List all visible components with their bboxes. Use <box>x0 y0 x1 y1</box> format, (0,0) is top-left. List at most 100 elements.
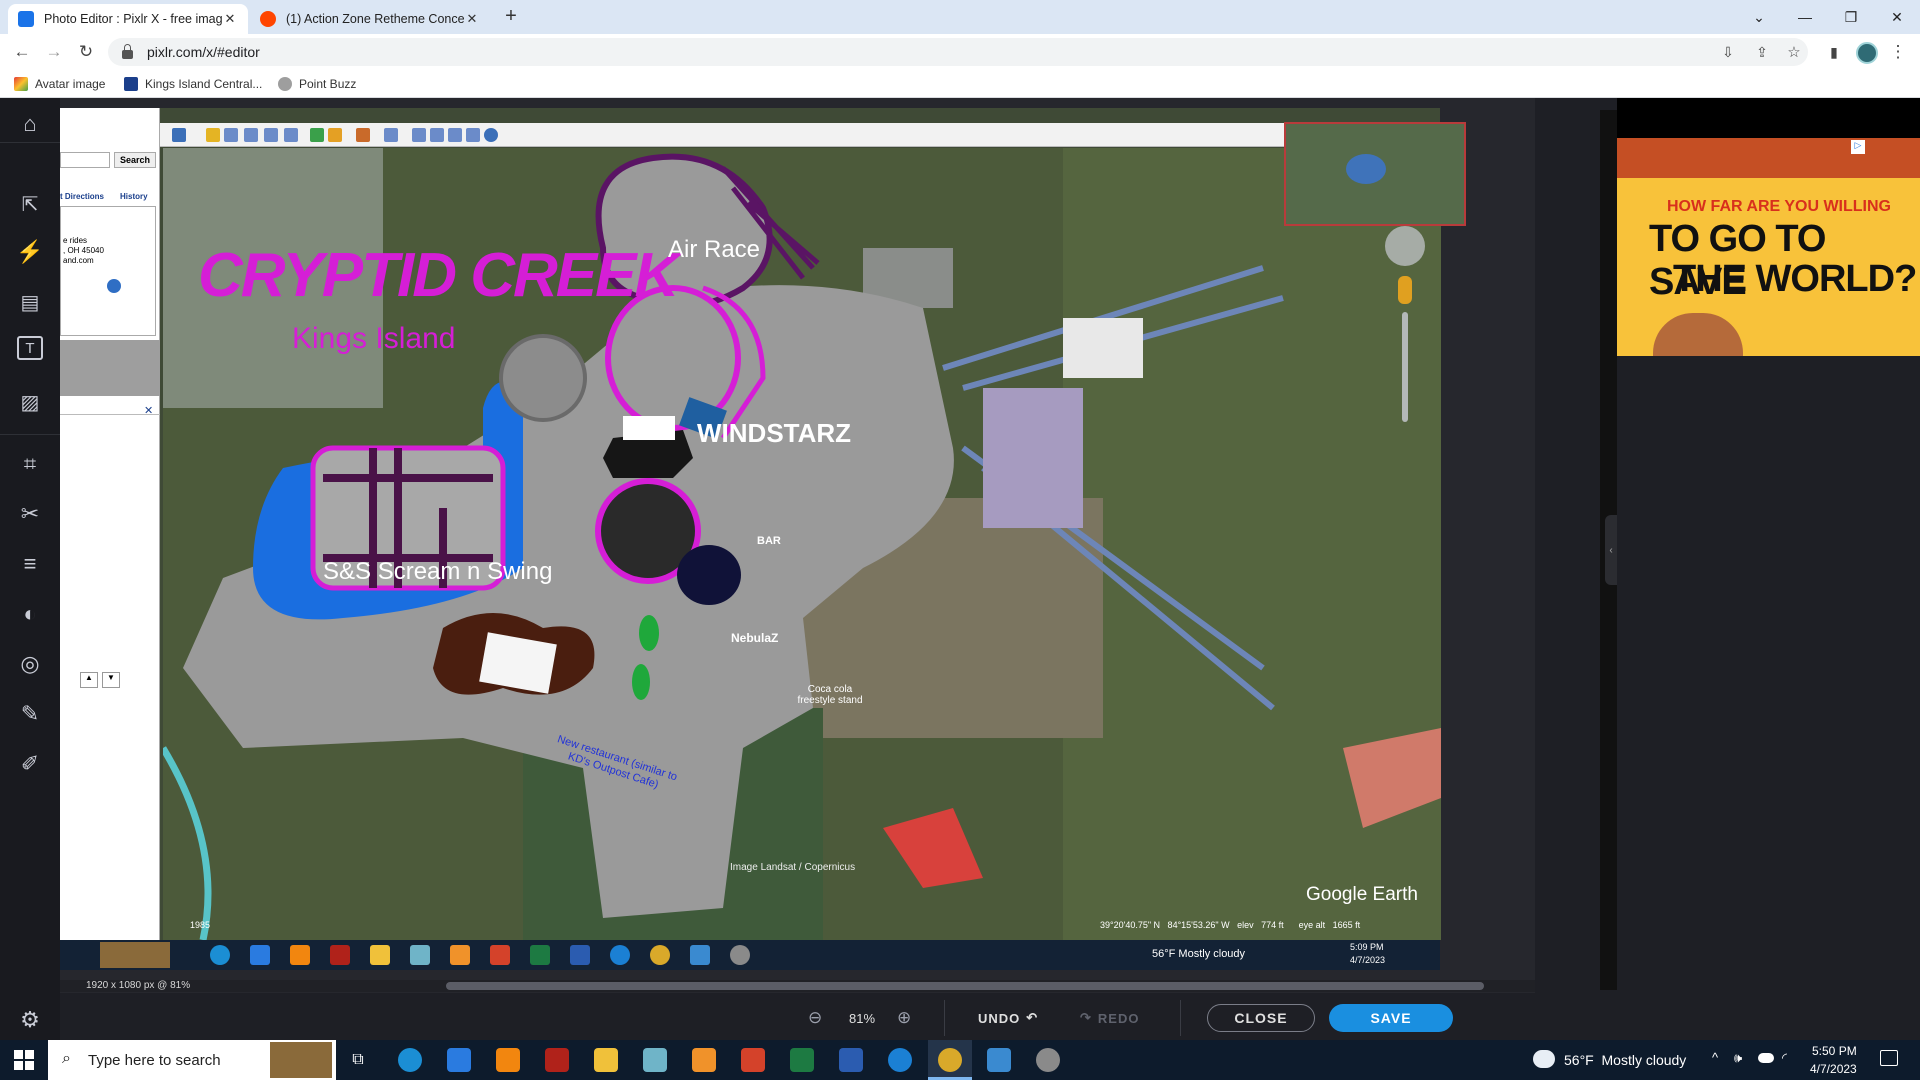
file-explorer-icon[interactable] <box>594 1048 618 1072</box>
app-icon[interactable] <box>643 1048 667 1072</box>
history-tab[interactable]: History <box>120 192 148 201</box>
arrange-tool-icon[interactable]: ⇱ <box>14 188 46 220</box>
taskbar-time[interactable]: 5:50 PM <box>1812 1044 1857 1058</box>
path-icon[interactable] <box>244 128 258 142</box>
zoom-slider[interactable] <box>1402 312 1408 422</box>
places-panel <box>60 340 160 396</box>
earth-icon[interactable] <box>484 128 498 142</box>
share-icon[interactable]: ⇪ <box>1750 40 1774 64</box>
ad-choices-icon[interactable]: ▷ <box>1851 140 1865 154</box>
horizontal-scrollbar[interactable] <box>446 982 1484 990</box>
maps-icon[interactable] <box>466 128 480 142</box>
undo-button[interactable]: UNDO ↶ <box>978 1010 1038 1026</box>
powerpoint-icon[interactable] <box>741 1048 765 1072</box>
onedrive-icon[interactable] <box>1758 1053 1774 1063</box>
close-button[interactable]: CLOSE <box>1207 1004 1315 1032</box>
print-icon[interactable] <box>430 128 444 142</box>
side-panel-icon[interactable]: ▮ <box>1822 40 1846 64</box>
retouch-icon[interactable]: ✎ <box>14 698 46 730</box>
bookmark-kings-island[interactable]: Kings Island Central... <box>124 75 262 93</box>
tab-search-icon[interactable]: ⌄ <box>1736 0 1782 34</box>
layers-icon[interactable]: ▤ <box>14 286 46 318</box>
store-icon[interactable] <box>447 1048 471 1072</box>
minimize-icon[interactable]: — <box>1782 0 1828 34</box>
adjust-sliders-icon[interactable]: ≡ <box>14 548 46 580</box>
install-icon[interactable]: ⇩ <box>1716 40 1740 64</box>
tour-icon[interactable] <box>284 128 298 142</box>
sun-icon[interactable] <box>328 128 342 142</box>
save-image-icon[interactable] <box>448 128 462 142</box>
new-tab-icon[interactable]: + <box>498 5 524 29</box>
tool-sidebar: ⌂ ⇱ ⚡ ▤ T ▨ ⌗ ✂ ≡ ◐ ◎ ✎ ✐ <box>0 98 60 1040</box>
forward-icon[interactable]: → <box>42 40 66 64</box>
overlay-icon[interactable] <box>264 128 278 142</box>
profile-avatar[interactable] <box>1856 42 1878 64</box>
close-tab-icon[interactable]: ✕ <box>464 11 480 27</box>
close-tab-icon[interactable]: ✕ <box>222 11 238 27</box>
save-button[interactable]: SAVE <box>1329 1004 1453 1032</box>
crop-icon[interactable]: ⌗ <box>14 448 46 480</box>
cutout-scissors-icon[interactable]: ✂ <box>14 498 46 530</box>
coordinate-readout: 39°20'40.75" N 84°15'53.26" W elev 774 f… <box>1100 920 1361 930</box>
close-window-icon[interactable]: ✕ <box>1874 0 1920 34</box>
placemark-icon[interactable] <box>206 128 220 142</box>
move-down-icon[interactable]: ▼ <box>102 672 120 688</box>
auto-fix-icon[interactable]: ⚡ <box>14 236 46 268</box>
edge-icon[interactable] <box>398 1048 422 1072</box>
street-view-pegman-icon[interactable] <box>1398 276 1412 304</box>
draw-brush-icon[interactable]: ✐ <box>14 748 46 780</box>
volume-icon[interactable]: 🕪 <box>1734 1050 1742 1066</box>
bookmark-star-icon[interactable]: ☆ <box>1782 40 1806 64</box>
text-tool-icon[interactable]: T <box>17 336 43 360</box>
vlc-icon[interactable] <box>496 1048 520 1072</box>
zoom-out-icon[interactable]: ⊖ <box>808 1008 822 1028</box>
redo-button[interactable]: ↷ REDO <box>1080 1010 1139 1026</box>
liquify-icon[interactable]: ◎ <box>14 648 46 680</box>
pattern-icon[interactable]: ▨ <box>14 386 46 418</box>
internet-explorer-icon[interactable] <box>888 1048 912 1072</box>
word-icon[interactable] <box>839 1048 863 1072</box>
tab-reddit[interactable]: (1) Action Zone Retheme Concep ✕ <box>250 4 490 34</box>
url-bar[interactable]: pixlr.com/x/#editor <box>108 38 1808 66</box>
tab-pixlr[interactable]: Photo Editor : Pixlr X - free image ✕ <box>8 4 248 34</box>
advertisement[interactable]: ▷ HOW FAR ARE YOU WILLING TO GO TO SAVE … <box>1617 138 1920 356</box>
planet-icon[interactable] <box>356 128 370 142</box>
sidebar-toggle-icon[interactable] <box>172 128 186 142</box>
taskbar-date[interactable]: 4/7/2023 <box>1810 1062 1857 1076</box>
app-icon[interactable] <box>1036 1048 1060 1072</box>
filter-icon[interactable]: ◐ <box>14 598 46 630</box>
overview-map[interactable] <box>1284 122 1466 226</box>
windows-start-icon[interactable] <box>14 1050 34 1070</box>
notifications-icon[interactable] <box>1880 1050 1898 1066</box>
panel-collapse-handle[interactable]: ‹ <box>1605 515 1617 585</box>
bookmark-point-buzz[interactable]: Point Buzz <box>278 75 356 93</box>
history-icon[interactable] <box>310 128 324 142</box>
home-icon[interactable]: ⌂ <box>14 108 46 140</box>
task-view-icon[interactable]: ⧉ <box>346 1048 370 1072</box>
ruler-icon[interactable] <box>384 128 398 142</box>
taskbar-search-box[interactable]: ⌕ Type here to search <box>48 1040 336 1080</box>
move-up-icon[interactable]: ▲ <box>80 672 98 688</box>
excel-icon[interactable] <box>790 1048 814 1072</box>
menu-kebab-icon[interactable]: ⋮ <box>1886 40 1910 64</box>
media-player-icon[interactable] <box>692 1048 716 1072</box>
bookmark-avatar-image[interactable]: Avatar image <box>14 75 105 93</box>
back-icon[interactable]: ← <box>10 40 34 64</box>
chrome-icon[interactable] <box>938 1048 962 1072</box>
restore-icon[interactable]: ❐ <box>1828 0 1874 34</box>
email-icon[interactable] <box>412 128 426 142</box>
search-input[interactable] <box>60 152 110 168</box>
close-icon[interactable]: ✕ <box>144 404 153 417</box>
settings-gear-icon[interactable]: ⚙ <box>14 1004 46 1036</box>
wifi-icon[interactable]: ◜ <box>1782 1050 1787 1066</box>
zoom-in-icon[interactable]: ⊕ <box>897 1008 911 1028</box>
reload-icon[interactable]: ↻ <box>74 40 98 64</box>
taskbar-weather[interactable]: 56°F Mostly cloudy <box>1564 1052 1686 1068</box>
app-icon[interactable] <box>987 1048 1011 1072</box>
polygon-icon[interactable] <box>224 128 238 142</box>
app-icon[interactable] <box>545 1048 569 1072</box>
directions-tab[interactable]: t Directions <box>60 192 104 201</box>
search-button[interactable]: Search <box>114 152 156 168</box>
tray-chevron-icon[interactable]: ^ <box>1712 1050 1718 1065</box>
navigation-ring-icon[interactable] <box>1385 226 1425 266</box>
